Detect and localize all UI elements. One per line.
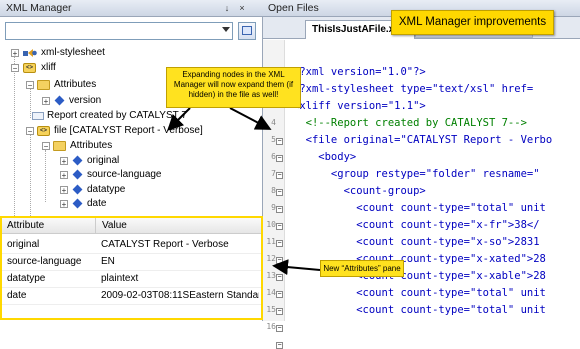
line-number: 13 [266, 271, 276, 280]
fold-toggle[interactable]: − [276, 342, 283, 349]
code-line: <count count-type="total" unit [293, 304, 546, 316]
xml-manager-titlebar: XML Manager ↓ × [0, 0, 263, 17]
fold-toggle[interactable]: − [276, 257, 283, 264]
code-line: <count count-type="x-fr">38</ [293, 219, 540, 231]
xml-manager-file-select[interactable] [5, 22, 233, 40]
xml-manager-title: XML Manager [6, 2, 72, 14]
open-files-title: Open Files [268, 2, 319, 14]
code-line: <group restype="folder" resname=" [293, 168, 540, 180]
code-line: <body> [293, 151, 357, 163]
attribute-diamond-icon [72, 155, 83, 166]
fold-toggle[interactable]: − [276, 172, 283, 179]
chevron-down-icon[interactable] [222, 27, 230, 32]
fold-toggle[interactable]: − [276, 274, 283, 281]
line-number: 4 [271, 118, 276, 127]
code-line: <count count-type="total" unit [293, 287, 546, 299]
comment-icon [32, 112, 44, 120]
code-line: <xliff version="1.1"> [293, 100, 426, 112]
fold-toggle[interactable]: − [276, 206, 283, 213]
banner-callout: XML Manager improvements [391, 10, 554, 35]
code-line: <count-group> [293, 185, 426, 197]
line-number: 15 [266, 305, 276, 314]
line-number: 11 [266, 237, 276, 246]
fold-toggle[interactable]: − [276, 308, 283, 315]
line-number: 7 [271, 169, 276, 178]
line-number: 12 [266, 254, 276, 263]
attribute-diamond-icon [72, 198, 83, 209]
attributes-pane-callout: New “Attributes” pane [320, 260, 404, 277]
xml-manager-panel: XML Manager ↓ × + xml-stylesheet − <> xl… [0, 0, 263, 322]
close-icon[interactable]: × [237, 3, 247, 13]
line-number: 16 [266, 322, 276, 331]
folder-icon [53, 141, 66, 151]
xml-manager-refresh-button[interactable] [238, 22, 256, 40]
attribute-diamond-icon [72, 169, 83, 180]
code-line: <count count-type="total" unit [293, 202, 546, 214]
line-number: 9 [271, 203, 276, 212]
open-files-panel: Open Files ThisIsJustAFile.xliff Expandi… [263, 0, 580, 349]
fold-toggle[interactable]: − [276, 138, 283, 145]
window-icon [242, 26, 252, 35]
line-number: 10 [266, 220, 276, 229]
pin-icon[interactable]: ↓ [222, 3, 232, 13]
fold-toggle[interactable]: − [276, 223, 283, 230]
code-line: <?xml-stylesheet type="text/xsl" href= [293, 83, 534, 95]
fold-toggle[interactable]: − [276, 189, 283, 196]
line-number: 5 [271, 135, 276, 144]
fold-toggle[interactable]: − [276, 155, 283, 162]
code-line: <file original="CATALYST Report - Verbo [293, 134, 553, 146]
code-line: <count count-type="x-so">2831 [293, 236, 540, 248]
attribute-diamond-icon [72, 184, 83, 195]
fold-toggle[interactable]: − [276, 291, 283, 298]
xml-element-icon: <> [23, 63, 36, 73]
code-line: <?xml version="1.0"?> [293, 66, 426, 78]
fold-toggle[interactable]: − [276, 325, 283, 332]
folder-icon [37, 80, 50, 90]
fold-toggle[interactable]: − [276, 240, 283, 247]
expand-nodes-callout: Expanding nodes in the XML Manager will … [166, 67, 301, 108]
processing-instruction-icon [23, 49, 37, 57]
code-line: <!--Report created by CATALYST 7--> [293, 117, 527, 129]
line-number: 6 [271, 152, 276, 161]
line-number: 8 [271, 186, 276, 195]
attribute-diamond-icon [54, 95, 65, 106]
line-number: 14 [266, 288, 276, 297]
xml-element-icon: <> [37, 126, 50, 136]
attributes-pane-highlight [0, 216, 263, 320]
